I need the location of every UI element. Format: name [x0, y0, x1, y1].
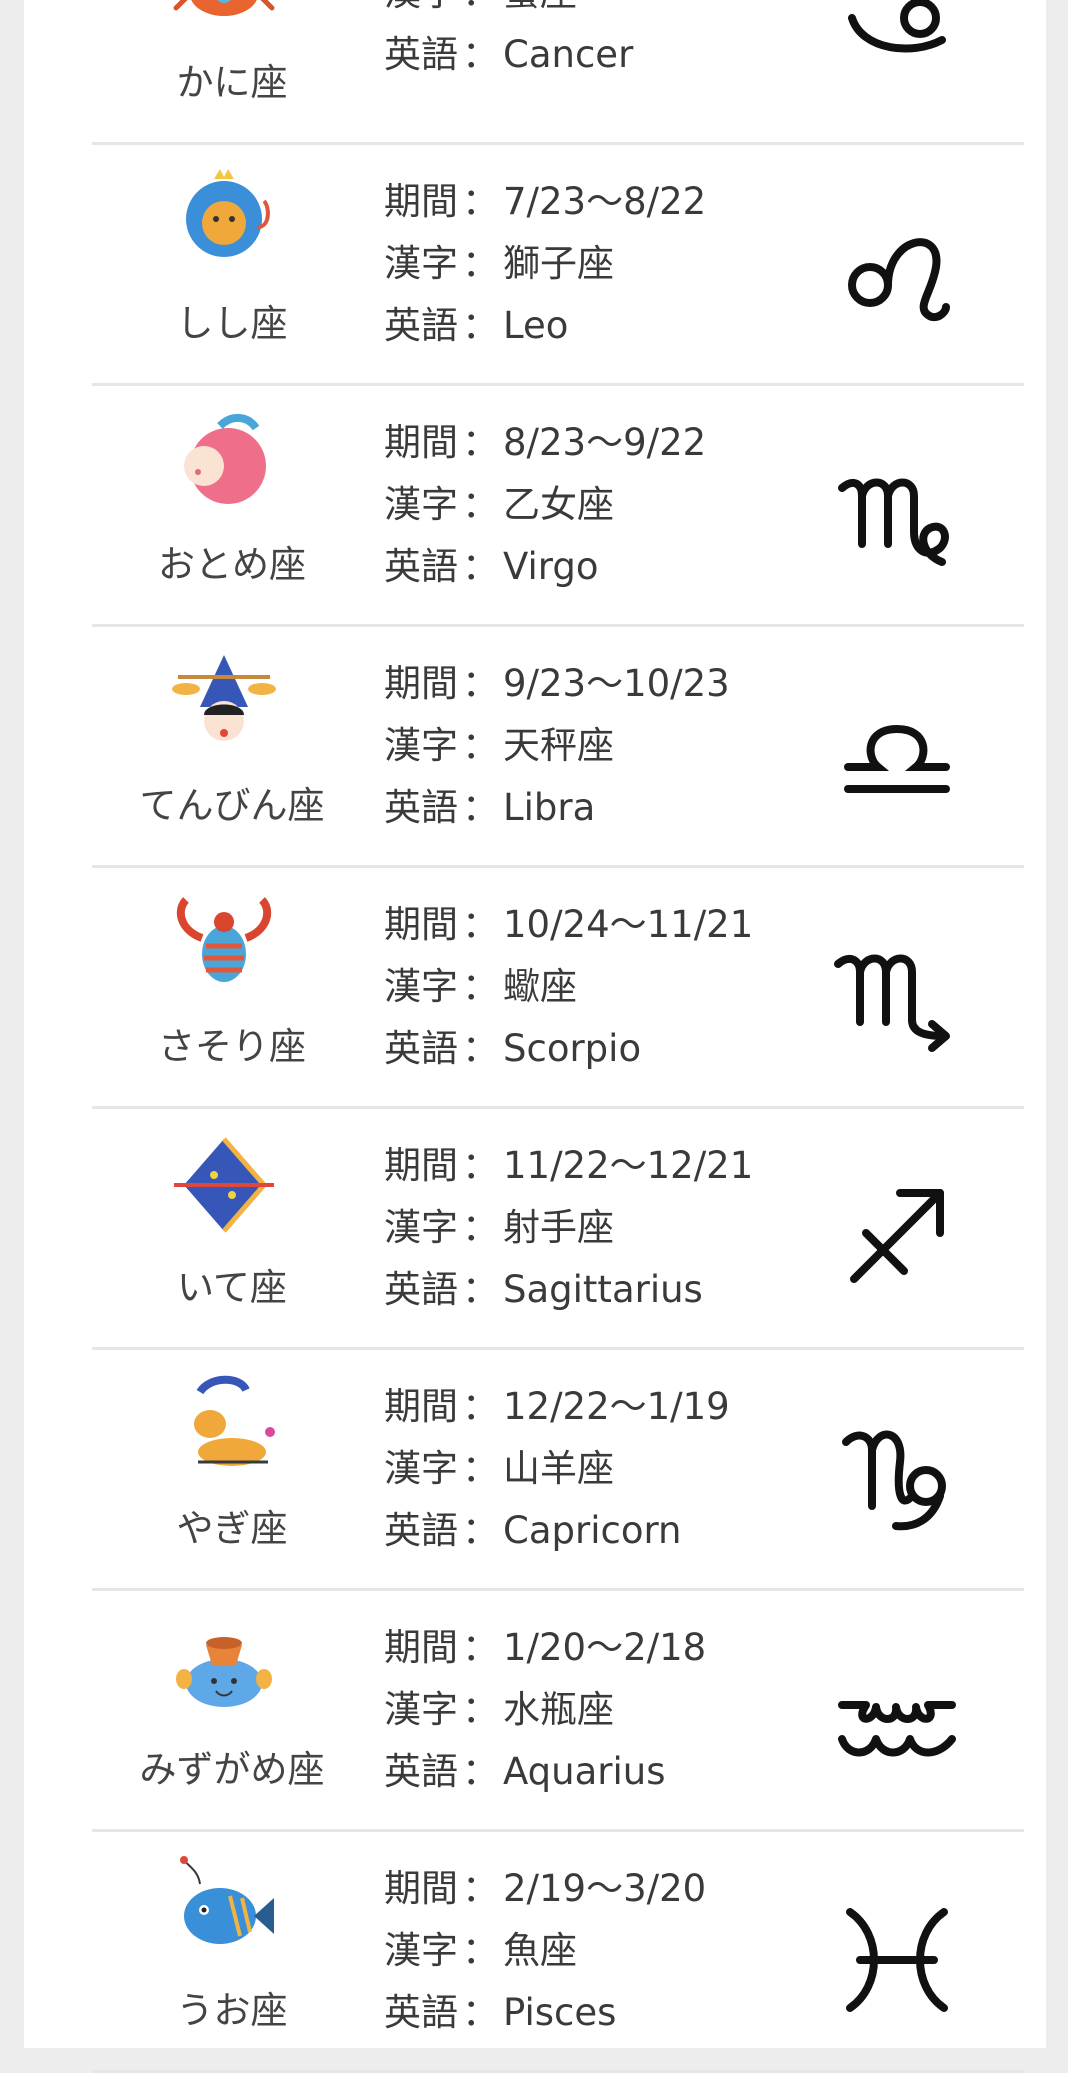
period-line: 期間： 1/20〜2/18	[384, 1626, 707, 1669]
kanji-value: 蟹座	[503, 0, 577, 14]
english-line: 英語： Virgo	[384, 545, 599, 588]
sign-name: みずがめ座	[139, 1748, 325, 1791]
scorpio-symbol-icon	[832, 930, 962, 1060]
period-value: 9/23〜10/23	[503, 662, 730, 705]
english-value: Capricorn	[503, 1509, 682, 1552]
sign-info: 期間： 7/23〜8/22 漢字：獅子座 英語： Leo	[384, 171, 706, 357]
english-line: 英語： Sagittarius	[384, 1268, 703, 1311]
crab-illustration	[170, 0, 278, 32]
period-value: 11/22〜12/21	[503, 1144, 754, 1187]
sign-info: 期間： 2/19〜3/20 漢字：魚座 英語： Pisces	[384, 1858, 706, 2044]
kanji-value: 天秤座	[503, 724, 614, 767]
zodiac-row-cancer[interactable]: かに座 漢字：蟹座 英語：Cancer	[92, 0, 1024, 145]
period-value: 8/23〜9/22	[503, 421, 707, 464]
sign-name: うお座	[176, 1989, 288, 2032]
sign-name: おとめ座	[158, 543, 306, 586]
kanji-line: 漢字：射手座	[384, 1206, 614, 1249]
virgo-symbol-icon	[832, 448, 962, 578]
kanji-line: 漢字：獅子座	[384, 242, 614, 285]
zodiac-row-scorpio[interactable]: さそり座 期間： 10/24〜11/21 漢字：蠍座 英語： Scorpio	[92, 868, 1024, 1109]
sign-name: てんびん座	[139, 784, 325, 827]
fish-illustration	[170, 1854, 278, 1962]
kanji-line: 漢字：蟹座	[384, 0, 633, 24]
zodiac-row-pisces[interactable]: うお座 期間： 2/19〜3/20 漢字：魚座 英語： Pisces	[92, 1832, 1024, 2073]
zodiac-row-sagittarius[interactable]: いて座 期間： 11/22〜12/21 漢字：射手座 英語： Sagittarius	[92, 1109, 1024, 1350]
zodiac-row-virgo[interactable]: おとめ座 期間： 8/23〜9/22 漢字：乙女座 英語： Virgo	[92, 386, 1024, 627]
sign-name: かに座	[176, 61, 288, 104]
kanji-line: 漢字：魚座	[384, 1929, 577, 1972]
sign-info: 期間： 8/23〜9/22 漢字：乙女座 英語： Virgo	[384, 412, 706, 598]
lion-illustration	[170, 167, 278, 275]
kanji-line: 漢字：天秤座	[384, 724, 614, 767]
period-value: 10/24〜11/21	[503, 903, 754, 946]
period-value: 2/19〜3/20	[503, 1867, 707, 1910]
kanji-line: 漢字：山羊座	[384, 1447, 614, 1490]
maiden-illustration	[170, 408, 278, 516]
capricorn-symbol-icon	[832, 1412, 962, 1542]
period-value: 1/20〜2/18	[503, 1626, 707, 1669]
sign-name: いて座	[177, 1266, 287, 1309]
zodiac-row-leo[interactable]: しし座 期間： 7/23〜8/22 漢字：獅子座 英語： Leo	[92, 145, 1024, 386]
goat-illustration	[170, 1372, 278, 1480]
water-jar-illustration	[170, 1613, 278, 1721]
content-panel: かに座 漢字：蟹座 英語：Cancer	[24, 0, 1046, 2073]
bow-illustration	[170, 1131, 278, 1239]
period-line: 期間： 2/19〜3/20	[384, 1867, 707, 1910]
english-line: 英語： Cancer	[384, 33, 634, 76]
english-value: Virgo	[503, 545, 599, 588]
kanji-line: 漢字：蠍座	[384, 965, 577, 1008]
sign-info: 期間： 9/23〜10/23 漢字：天秤座 英語： Libra	[384, 653, 730, 839]
english-value: Leo	[503, 304, 569, 347]
period-line: 期間： 11/22〜12/21	[384, 1144, 754, 1187]
sign-name: やぎ座	[176, 1507, 288, 1550]
english-value: Scorpio	[503, 1027, 642, 1070]
sign-info: 期間： 12/22〜1/19 漢字：山羊座 英語： Capricorn	[384, 1376, 730, 1562]
english-line: 英語： Aquarius	[384, 1750, 666, 1793]
leo-symbol-icon	[832, 207, 962, 337]
period-line: 期間： 12/22〜1/19	[384, 1385, 730, 1428]
period-value: 12/22〜1/19	[503, 1385, 730, 1428]
period-line: 期間： 10/24〜11/21	[384, 903, 754, 946]
english-line: 英語： Capricorn	[384, 1509, 682, 1552]
sign-info: 漢字：蟹座 英語：Cancer	[384, 0, 633, 86]
pisces-symbol-icon	[832, 1894, 962, 2024]
kanji-line: 漢字：水瓶座	[384, 1688, 614, 1731]
sign-name: しし座	[176, 302, 288, 345]
zodiac-row-libra[interactable]: てんびん座 期間： 9/23〜10/23 漢字：天秤座 英語： Libra	[92, 627, 1024, 868]
english-value: Pisces	[503, 1991, 617, 2034]
aquarius-symbol-icon	[832, 1653, 962, 1783]
kanji-line: 漢字：乙女座	[384, 483, 614, 526]
sign-info: 期間： 10/24〜11/21 漢字：蠍座 英語： Scorpio	[384, 894, 753, 1080]
english-line: 英語： Libra	[384, 786, 596, 829]
english-line: 英語： Leo	[384, 304, 569, 347]
sign-info: 期間： 11/22〜12/21 漢字：射手座 英語： Sagittarius	[384, 1135, 753, 1321]
kanji-value: 山羊座	[503, 1447, 614, 1490]
sign-name: さそり座	[158, 1025, 306, 1068]
english-value: Sagittarius	[503, 1268, 703, 1311]
sign-info: 期間： 1/20〜2/18 漢字：水瓶座 英語： Aquarius	[384, 1617, 706, 1803]
english-line: 英語： Pisces	[384, 1991, 617, 2034]
english-value: Aquarius	[503, 1750, 666, 1793]
period-line: 期間： 8/23〜9/22	[384, 421, 707, 464]
cancer-symbol-icon	[832, 0, 962, 90]
kanji-value: 獅子座	[503, 242, 614, 285]
period-value: 7/23〜8/22	[503, 180, 707, 223]
kanji-value: 魚座	[503, 1929, 577, 1972]
period-line: 期間： 7/23〜8/22	[384, 180, 707, 223]
kanji-value: 乙女座	[503, 483, 614, 526]
kanji-value: 射手座	[503, 1206, 614, 1249]
kanji-value: 水瓶座	[503, 1688, 614, 1731]
period-line: 期間： 9/23〜10/23	[384, 662, 730, 705]
english-line: 英語： Scorpio	[384, 1027, 642, 1070]
english-value: Libra	[503, 786, 596, 829]
scorpion-illustration	[170, 890, 278, 998]
english-value: Cancer	[503, 33, 634, 76]
scales-illustration	[170, 649, 278, 757]
kanji-value: 蠍座	[503, 965, 577, 1008]
libra-symbol-icon	[832, 689, 962, 819]
zodiac-row-capricorn[interactable]: やぎ座 期間： 12/22〜1/19 漢字：山羊座 英語： Capricorn	[92, 1350, 1024, 1591]
sagittarius-symbol-icon	[832, 1171, 962, 1301]
zodiac-list: かに座 漢字：蟹座 英語：Cancer	[92, 0, 1024, 2073]
zodiac-row-aquarius[interactable]: みずがめ座 期間： 1/20〜2/18 漢字：水瓶座 英語： Aquarius	[92, 1591, 1024, 1832]
